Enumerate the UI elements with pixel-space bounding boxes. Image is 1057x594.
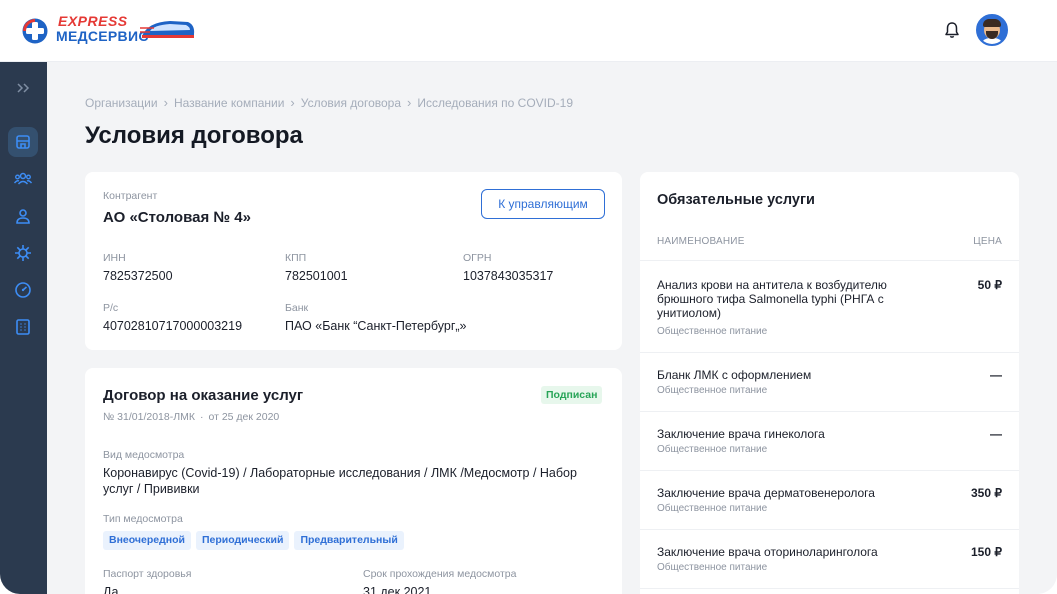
- breadcrumb-company[interactable]: Название компании: [174, 96, 284, 110]
- sidebar-item-buildings[interactable]: [8, 312, 38, 342]
- health-passport-label: Паспорт здоровья: [103, 568, 192, 580]
- sidebar: [0, 62, 47, 594]
- contract-meta: № 31/01/2018-ЛМК · от 25 дек 2020: [103, 411, 279, 423]
- services-card: Обязательные услуги НАИМЕНОВАНИЕ ЦЕНА Ан…: [640, 172, 1019, 594]
- service-name: Заключение врача гинеколога: [657, 427, 825, 441]
- service-name: Бланк ЛМК с оформлением: [657, 368, 812, 382]
- status-badge: Подписан: [541, 386, 603, 404]
- managers-button[interactable]: К управляющим: [481, 189, 605, 219]
- bank-value: ПАО «Банк “Санкт-Петербург„»: [285, 319, 467, 333]
- service-category: Общественное питание: [657, 326, 768, 337]
- column-name-header: НАИМЕНОВАНИЕ: [657, 236, 745, 247]
- sidebar-item-dashboard[interactable]: [8, 275, 38, 305]
- expand-icon: [17, 83, 30, 93]
- contract-card: Договор на оказание услуг Подписан № 31/…: [85, 368, 622, 594]
- column-price-header: ЦЕНА: [973, 236, 1002, 247]
- service-name: Заключение врача дерматовенеролога: [657, 486, 875, 500]
- table-row[interactable]: Заключение врача гинеколога Общественное…: [640, 411, 1019, 470]
- contract-date: от 25 дек 2020: [208, 411, 280, 423]
- breadcrumb-organizations[interactable]: Организации: [85, 96, 158, 110]
- counterparty-name: АО «Столовая № 4»: [103, 209, 251, 226]
- app-frame: EXPRESS МЕДСЕРВИС Организации › Название…: [0, 0, 1057, 594]
- exam-type-label: Тип медосмотра: [103, 513, 183, 525]
- avatar[interactable]: [976, 14, 1008, 46]
- store-icon: [16, 135, 30, 149]
- top-bar: EXPRESS МЕДСЕРВИС: [0, 0, 1057, 62]
- service-price: 350 ₽: [971, 486, 1002, 500]
- exam-kind-value: Коронавирус (Covid-19) / Лабораторные ис…: [103, 466, 577, 496]
- service-category: Общественное питание: [657, 503, 768, 514]
- service-category: Общественное питание: [657, 385, 768, 396]
- exam-type-chip: Периодический: [195, 530, 290, 550]
- building-icon: [16, 319, 30, 335]
- bell-icon[interactable]: [944, 21, 960, 39]
- dashboard-icon: [15, 282, 31, 298]
- table-row[interactable]: Заключение врача оториноларинголога Обще…: [640, 529, 1019, 588]
- logo-express-text: EXPRESS: [58, 13, 128, 29]
- service-category: Общественное питание: [657, 444, 768, 455]
- breadcrumb-covid[interactable]: Исследования по COVID-19: [417, 96, 573, 110]
- services-title: Обязательные услуги: [657, 192, 815, 208]
- counterparty-card: Контрагент АО «Столовая № 4» К управляющ…: [85, 172, 622, 350]
- sidebar-item-profile[interactable]: [8, 201, 38, 231]
- meta-separator: ·: [199, 411, 204, 423]
- bank-label: Банк: [285, 302, 309, 314]
- breadcrumb: Организации › Название компании › Услови…: [85, 95, 573, 110]
- sidebar-item-covid[interactable]: [8, 238, 38, 268]
- exam-type-chip: Предварительный: [294, 530, 404, 550]
- train-icon: [140, 21, 195, 38]
- exam-type-chip: Внеочередной: [103, 530, 191, 550]
- service-price: 50 ₽: [977, 278, 1002, 292]
- exam-kind-label: Вид медосмотра: [103, 449, 185, 461]
- sidebar-item-groups[interactable]: [8, 164, 38, 194]
- expand-sidebar-button[interactable]: [8, 73, 38, 103]
- service-price: —: [990, 368, 1002, 382]
- account-label: Р/с: [103, 302, 119, 314]
- deadline-value: 31 дек 2021: [363, 585, 432, 594]
- service-price: —: [990, 427, 1002, 441]
- sidebar-item-organizations[interactable]: [8, 127, 38, 157]
- service-price: 150 ₽: [971, 545, 1002, 559]
- logo[interactable]: EXPRESS МЕДСЕРВИС: [22, 13, 202, 49]
- contract-number: № 31/01/2018-ЛМК: [103, 411, 195, 423]
- service-name: Анализ крови на антитела к возбудителю б…: [657, 278, 887, 320]
- user-icon: [16, 209, 30, 224]
- virus-icon: [15, 245, 31, 261]
- kpp-label: КПП: [285, 252, 307, 264]
- contract-title: Договор на оказание услуг: [103, 387, 304, 404]
- logo-medservice-text: МЕДСЕРВИС: [56, 28, 149, 44]
- table-row[interactable]: Бланк ЛМК с оформлением Общественное пит…: [640, 352, 1019, 411]
- breadcrumb-contract-terms[interactable]: Условия договора: [301, 96, 401, 110]
- chevron-right-icon: ›: [163, 95, 168, 110]
- kpp-value: 782501001: [285, 269, 348, 283]
- table-row[interactable]: [640, 588, 1019, 594]
- ogrn-label: ОГРН: [463, 252, 492, 264]
- counterparty-label: Контрагент: [103, 190, 158, 202]
- inn-label: ИНН: [103, 252, 126, 264]
- account-value: 40702810717000003219: [103, 319, 243, 333]
- exam-type-chips: Внеочередной Периодический Предварительный: [103, 530, 409, 550]
- inn-value: 7825372500: [103, 269, 173, 283]
- main-content: Организации › Название компании › Услови…: [47, 62, 1057, 594]
- ogrn-value: 1037843035317: [463, 269, 554, 283]
- chevron-right-icon: ›: [290, 95, 295, 110]
- service-name: Заключение врача оториноларинголога: [657, 545, 878, 559]
- medical-cross-icon: [22, 18, 48, 44]
- table-row[interactable]: Анализ крови на антитела к возбудителю б…: [640, 260, 1019, 352]
- health-passport-value: Да: [103, 585, 119, 594]
- service-category: Общественное питание: [657, 562, 768, 573]
- chevron-right-icon: ›: [407, 95, 412, 110]
- users-icon: [14, 172, 32, 185]
- page-title: Условия договора: [85, 122, 303, 149]
- deadline-label: Срок прохождения медосмотра: [363, 568, 517, 580]
- table-row[interactable]: Заключение врача дерматовенеролога Общес…: [640, 470, 1019, 529]
